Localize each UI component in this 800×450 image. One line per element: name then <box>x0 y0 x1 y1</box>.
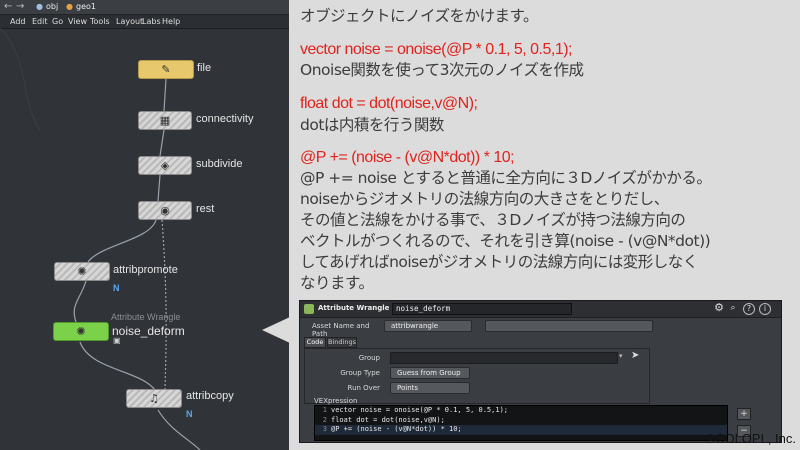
help-icon[interactable]: ? <box>743 303 755 315</box>
wire-bright-out <box>0 27 41 131</box>
tab-code[interactable]: Code <box>304 337 326 348</box>
group-field[interactable] <box>390 352 618 364</box>
node-name-field[interactable]: noise_deform <box>392 303 572 315</box>
node-label-noise-deform: noise_deform <box>112 324 185 338</box>
node-file[interactable]: ✎ <box>138 60 194 79</box>
node-subdivide[interactable]: ◈ <box>138 156 192 175</box>
node-connectivity[interactable]: ▦ <box>138 111 192 130</box>
wire-rest-attribpromote <box>87 219 157 263</box>
wire-file-connectivity <box>163 78 167 112</box>
node-rest[interactable]: ◉ <box>138 201 192 220</box>
code-line-3: @P += (noise - (v@N*dot)) * 10; <box>300 149 515 166</box>
file-icon: ✎ <box>161 63 171 76</box>
info-icon[interactable]: i <box>759 303 771 315</box>
explanation-line-5: してあげればnoiseがジオメトリの法線方向には変形しなく <box>300 253 698 271</box>
search-icon[interactable]: ⌕ <box>727 303 739 315</box>
node-label-attribcopy: attribcopy <box>186 390 234 402</box>
asset-name-label: Asset Name and Path <box>312 322 370 338</box>
group-type-label: Group Type <box>340 369 380 377</box>
group-label: Group <box>358 354 380 362</box>
wire-attribpromote-noisedeform <box>73 280 87 323</box>
asset-path-dropdown[interactable] <box>485 320 653 332</box>
gear-icon[interactable]: ⚙ <box>713 302 725 315</box>
wire-attribcopy-out <box>157 409 201 450</box>
node-noise-deform[interactable]: ✺ <box>53 322 109 341</box>
wire-connectivity-subdivide <box>159 129 165 157</box>
code-line-1: vector noise = onoise(@P * 0.1, 5, 0.5,1… <box>300 41 573 58</box>
explanation-line-4: ベクトルがつくれるので、それを引き算(noise - (v@N*dot)) <box>300 232 711 250</box>
node-attribcopy[interactable]: ♫ <box>126 389 182 408</box>
code-line-2: float dot = dot(noise,v@N); <box>300 95 478 112</box>
connectivity-icon: ▦ <box>159 114 171 127</box>
node-flag-attribpromote: N <box>113 283 120 293</box>
parameter-pane: Attribute Wrangle noise_deform ⚙ ⌕ ? i A… <box>299 300 782 443</box>
node-type-label: Attribute Wrangle <box>318 304 390 312</box>
node-label-file: file <box>197 62 212 74</box>
wire-noisedeform-attribcopy <box>79 341 156 391</box>
parameter-pane-header: Attribute Wrangle noise_deform ⚙ ⌕ ? i <box>300 301 781 318</box>
explanation-line-2: noiseからジオメトリの法線方向の大きさをとりだし、 <box>300 190 669 208</box>
vex-code-editor[interactable]: 1 vector noise = onoise(@P * 0.1, 5, 0.5,… <box>314 405 728 441</box>
screen: ← → ● obj ● geo1 Add Edit Go View Tools … <box>0 0 800 450</box>
run-over-label: Run Over <box>347 384 380 392</box>
run-over-dropdown[interactable]: Points <box>390 382 470 394</box>
node-label-rest: rest <box>196 203 215 215</box>
callout-pointer <box>262 317 290 343</box>
subdivide-icon: ◈ <box>160 159 170 172</box>
pointer-select-icon[interactable]: ➤ <box>631 350 639 361</box>
wire-subdivide-rest <box>157 174 161 202</box>
tab-bindings[interactable]: Bindings <box>327 337 357 348</box>
node-label-subdivide: subdivide <box>196 158 243 170</box>
asset-name-dropdown[interactable]: attribwrangle <box>384 320 472 332</box>
code-add-button[interactable]: + <box>737 408 751 420</box>
code-editor-line-1: 1 vector noise = onoise(@P * 0.1, 5, 0.5,… <box>322 406 509 414</box>
code-desc-2: dotは内積を行う関数 <box>300 116 444 134</box>
group-dropdown-icon[interactable]: ▾ <box>619 352 623 360</box>
copyright-text: ©COLOPL, Inc. <box>705 431 797 446</box>
group-type-dropdown[interactable]: Guess from Group <box>390 367 470 379</box>
code-editor-line-3: 3 @P += (noise - (v@N*dot)) * 10; <box>315 425 727 435</box>
node-label-attribpromote: attribpromote <box>113 264 178 276</box>
node-attribpromote[interactable]: ✺ <box>54 262 110 281</box>
explanation-panel: オブジェクトにノイズをかけます。 vector noise = onoise(@… <box>289 0 800 450</box>
wire-rest-attribcopy <box>161 219 167 391</box>
explanation-line-6: なります。 <box>300 274 374 292</box>
node-flag-attribcopy: N <box>186 409 193 419</box>
node-label-connectivity: connectivity <box>196 113 254 125</box>
node-type-noise-deform: Attribute Wrangle <box>111 312 181 322</box>
code-editor-line-2: 2 float dot = dot(noise,v@N); <box>322 415 445 424</box>
wrangle-icon: ✺ <box>76 325 86 338</box>
code-desc-1: Onoise関数を使って3次元のノイズを作成 <box>300 61 584 79</box>
explanation-line-3: その値と法線をかける事で、３Dノイズが持つ法線方向の <box>300 211 686 229</box>
attribcopy-icon: ♫ <box>149 392 159 405</box>
wrangle-type-icon <box>304 304 314 314</box>
lock-icon: ▣ <box>113 336 121 345</box>
vexpression-label: VEXpression <box>314 397 358 405</box>
intro-text: オブジェクトにノイズをかけます。 <box>300 7 539 25</box>
explanation-line-1: @P += noise とすると普通に全方向に３Dノイズがかかる。 <box>300 169 712 187</box>
rest-icon: ◉ <box>160 204 170 217</box>
attribpromote-icon: ✺ <box>77 265 87 278</box>
